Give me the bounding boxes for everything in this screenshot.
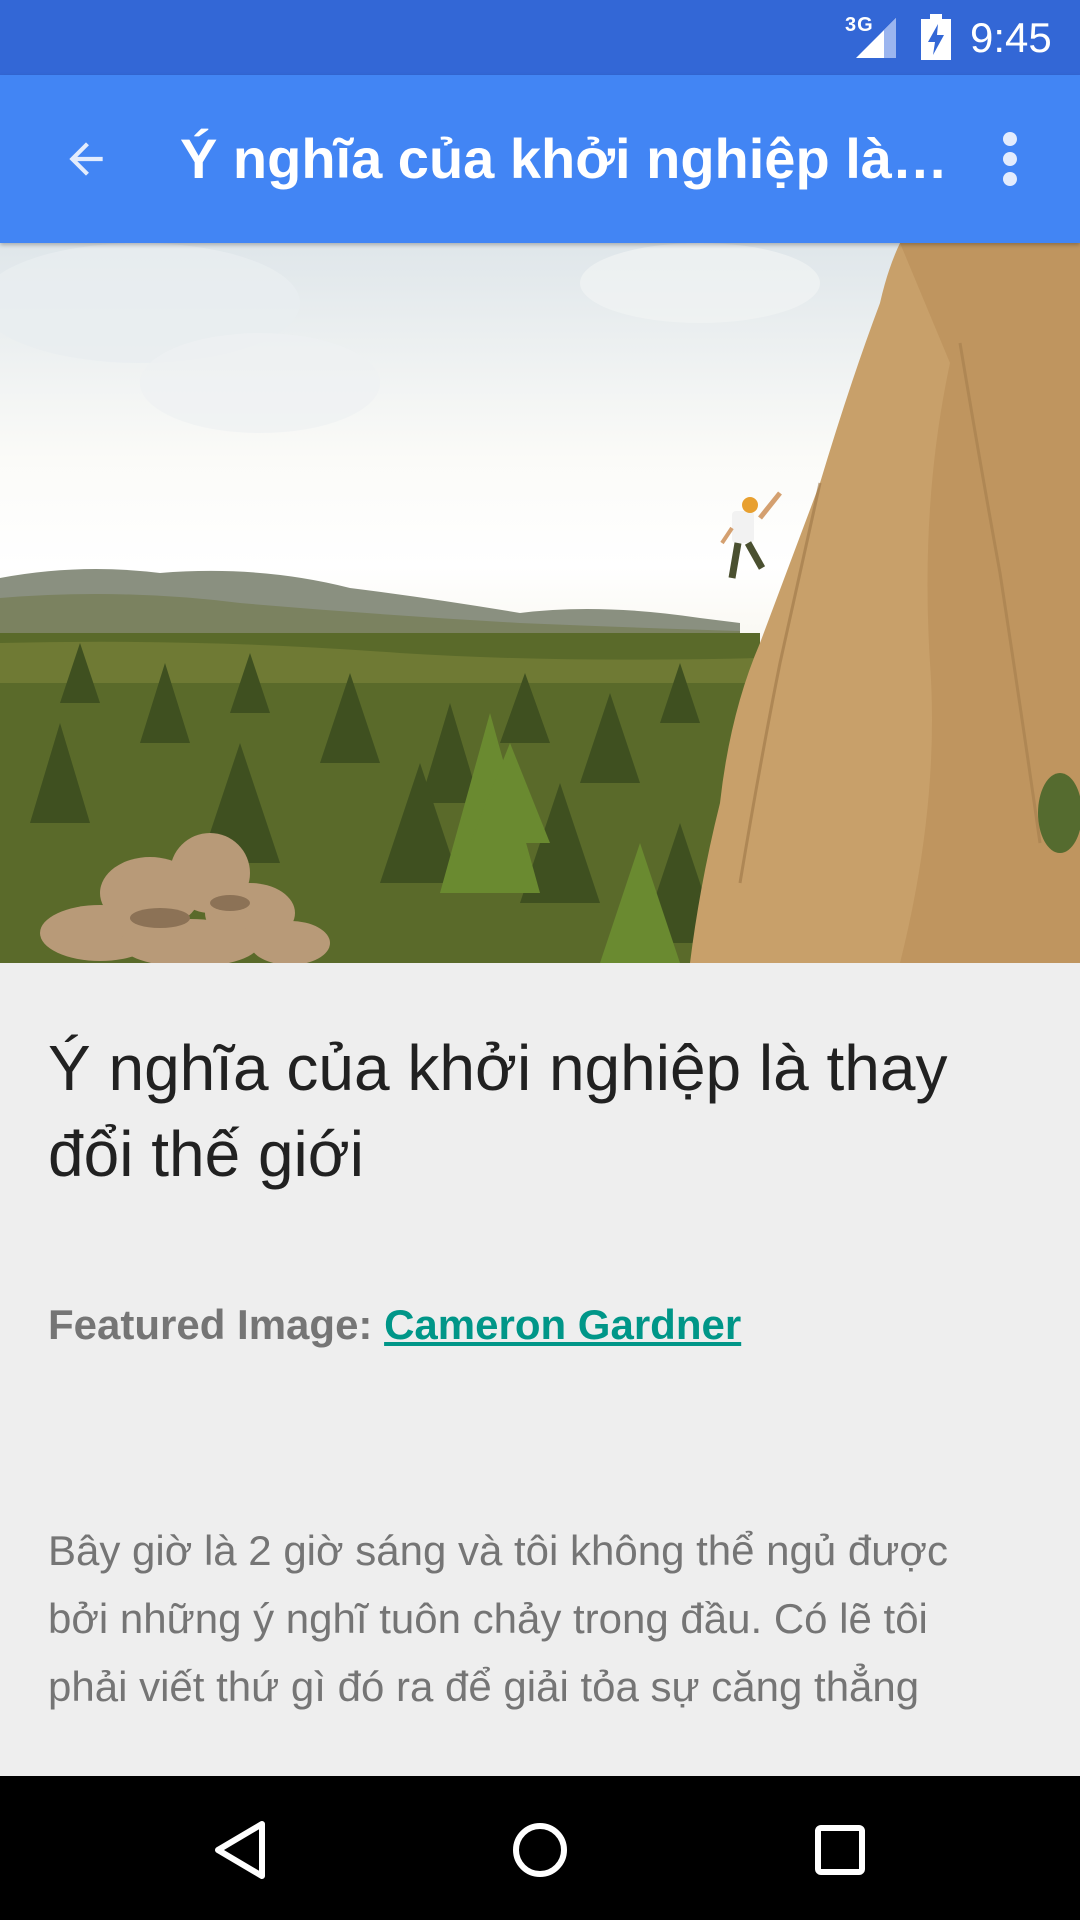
nav-recents-button[interactable]: [790, 1800, 890, 1900]
more-vert-icon: [1003, 132, 1017, 186]
nav-home-icon: [513, 1823, 567, 1877]
article-body: Bây giờ là 2 giờ sáng và tôi không thể n…: [48, 1527, 948, 1710]
article-content: Ý nghĩa của khởi nghiệp là thay đổi thế …: [48, 963, 1018, 1721]
app-bar: Ý nghĩa của khởi nghiệp là thay đổi thế …: [0, 75, 1080, 243]
nav-back-button[interactable]: [190, 1800, 290, 1900]
back-button[interactable]: [42, 115, 130, 203]
credit-link[interactable]: Cameron Gardner: [384, 1301, 741, 1348]
hero-illustration: [0, 243, 1080, 963]
article-title: Ý nghĩa của khởi nghiệp là thay đổi thế …: [48, 1032, 948, 1190]
app-bar-title: Ý nghĩa của khởi nghiệp là thay đổi thế …: [180, 127, 960, 190]
climber-figure: [720, 491, 782, 579]
nav-back-icon: [215, 1821, 265, 1879]
overflow-menu-button[interactable]: [984, 119, 1036, 199]
nav-recents-icon: [815, 1825, 865, 1875]
image-credit: Featured Image: Cameron Gardner: [48, 1297, 1018, 1353]
status-bar: 3G 9:45: [0, 0, 1080, 75]
arrow-back-icon: [69, 142, 103, 176]
navigation-bar: [0, 1776, 1080, 1920]
featured-image: [0, 243, 1080, 963]
signal-icon: [856, 18, 896, 58]
credit-label: Featured Image:: [48, 1301, 373, 1348]
nav-home-button[interactable]: [490, 1800, 590, 1900]
clock: 9:45: [970, 14, 1052, 61]
battery-charging-icon: [921, 14, 951, 60]
